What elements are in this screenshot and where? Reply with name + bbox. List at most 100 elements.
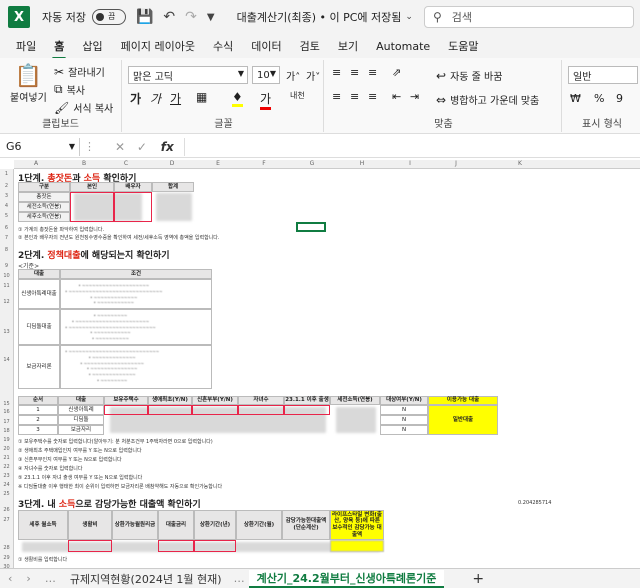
table-header-cell[interactable]: 세후 월소득 [18, 510, 68, 540]
table-header-cell[interactable]: 대출 [58, 396, 104, 405]
worksheet-grid[interactable]: A B C D E F G H I J K 1 2 3 4 5 6 7 8 9 … [0, 160, 640, 570]
table-cell[interactable]: N [380, 405, 428, 415]
table-cell[interactable]: N [380, 425, 428, 435]
table-header-cell[interactable]: 대출 [18, 269, 60, 279]
row-header[interactable]: 22 [0, 464, 13, 470]
tab-file[interactable]: 파일 [14, 36, 38, 56]
enter-icon[interactable]: ✓ [137, 140, 147, 154]
row-header[interactable]: 7 [0, 235, 13, 241]
row-header[interactable]: 28 [0, 545, 13, 551]
table-header-cell[interactable]: 조건 [60, 269, 212, 279]
table-header-cell[interactable]: 라이프스타일 변화(출산, 양육 등)에 따른 보수적인 감당가능 대출액 [330, 510, 384, 540]
table-header-cell[interactable]: 합계 [152, 182, 194, 192]
paste-button[interactable]: 📋 붙여넣기 [10, 64, 47, 104]
more-sheets-icon[interactable]: … [45, 572, 56, 585]
italic-button[interactable]: 가 [150, 90, 161, 107]
tab-view[interactable]: 보기 [336, 36, 360, 56]
more-sheets-icon[interactable]: … [234, 572, 245, 585]
available-loan-result[interactable]: 일반대출 [428, 405, 498, 435]
table-header-cell[interactable]: 상환기간(년) [194, 510, 236, 540]
table-header-cell[interactable]: 순서 [18, 396, 58, 405]
tab-review[interactable]: 검토 [298, 36, 322, 56]
scroll-left-icon[interactable]: ‹ [8, 572, 12, 585]
row-header[interactable]: 29 [0, 555, 13, 561]
redo-icon[interactable]: ↷ [185, 9, 197, 25]
cancel-icon[interactable]: ✕ [115, 140, 125, 154]
tab-help[interactable]: 도움말 [446, 36, 480, 56]
table-header-cell[interactable]: 신혼부부(Y/N) [192, 396, 238, 405]
table-row-label[interactable]: 세전소득(연봉) [18, 202, 70, 212]
cell-value[interactable]: 0.204285714 [518, 500, 551, 506]
tab-automate[interactable]: Automate [374, 38, 432, 55]
column-header[interactable]: D [166, 160, 178, 167]
font-name-select[interactable]: 맑은 고딕 ▼ [128, 66, 248, 84]
row-header[interactable]: 14 [0, 357, 13, 363]
undo-icon[interactable]: ↶ [163, 9, 175, 25]
sheet-tab-calculator[interactable]: 계산기_24.2월부터_신생아특례론기준 [248, 569, 445, 588]
row-header[interactable]: 6 [0, 225, 13, 231]
merge-center-button[interactable]: ⇔ 병합하고 가운데 맞춤 [436, 92, 539, 108]
table-header-cell[interactable]: 상환기간(월) [236, 510, 282, 540]
chevron-down-icon[interactable]: ⌄ [405, 12, 413, 22]
cut-button[interactable]: ✂ 잘라내기 [54, 64, 105, 80]
tab-home[interactable]: 홈 [52, 36, 67, 60]
row-header[interactable]: 1 [0, 171, 13, 177]
orientation-icon[interactable]: ⇗ [392, 66, 401, 79]
row-header[interactable]: 4 [0, 203, 13, 209]
name-box[interactable]: G6 ▼ [0, 137, 80, 156]
tab-insert[interactable]: 삽입 [80, 36, 104, 56]
font-color-button[interactable]: 가 [260, 90, 272, 110]
row-header[interactable]: 13 [0, 329, 13, 335]
row-header[interactable]: 23 [0, 473, 13, 479]
row-header[interactable]: 25 [0, 491, 13, 497]
table-header-cell[interactable]: 대상여부(Y/N) [380, 396, 428, 405]
table-cell[interactable]: 보금자리 [58, 425, 104, 435]
row-header[interactable]: 21 [0, 455, 13, 461]
row-header[interactable]: 19 [0, 437, 13, 443]
table-row-label[interactable]: 세후소득(연봉) [18, 212, 70, 222]
column-header[interactable]: E [212, 160, 224, 167]
row-header[interactable]: 20 [0, 446, 13, 452]
comma-icon[interactable]: 9 [616, 92, 623, 105]
table-cell[interactable]: 디딤돌 [58, 415, 104, 425]
row-header[interactable]: 15 [0, 401, 13, 407]
align-right-icon[interactable]: ≡ [368, 90, 377, 103]
underline-button[interactable]: 가 [170, 90, 181, 107]
align-middle-icon[interactable]: ≡ [350, 66, 359, 79]
table-header-cell[interactable]: 배우자 [114, 182, 152, 192]
row-header[interactable]: 12 [0, 299, 13, 305]
table-header-cell[interactable]: 본인 [70, 182, 114, 192]
number-format-select[interactable]: 일반 [568, 66, 638, 84]
column-header[interactable]: G [306, 160, 318, 167]
column-header[interactable]: F [258, 160, 270, 167]
phonetic-button[interactable]: 내천 [290, 90, 305, 101]
loan-name[interactable]: 신생아특례대출 [18, 279, 60, 309]
column-header[interactable]: K [514, 160, 526, 167]
align-bottom-icon[interactable]: ≡ [368, 66, 377, 79]
column-header[interactable]: H [356, 160, 368, 167]
autosave-toggle[interactable]: 끔 [91, 9, 126, 25]
table-header-cell[interactable]: 23.1.1 이후 출생 [284, 396, 330, 405]
table-cell[interactable]: 2 [18, 415, 58, 425]
table-header-cell[interactable]: 보유주택수 [104, 396, 148, 405]
row-header[interactable]: 5 [0, 213, 13, 219]
loan-conditions[interactable]: • ~~~~~~~~~~~~~~~~~~~~~~~~~~~ • ~~~~~~~~~… [60, 345, 212, 389]
column-header[interactable]: J [450, 160, 462, 167]
column-header[interactable]: C [120, 160, 132, 167]
row-header[interactable]: 10 [0, 273, 13, 279]
currency-icon[interactable]: ₩ [570, 92, 581, 105]
table-header-cell[interactable]: 대출금리 [158, 510, 194, 540]
row-header[interactable]: 11 [0, 283, 13, 289]
loan-name[interactable]: 디딤돌대출 [18, 309, 60, 345]
table-header-cell[interactable]: 생애최초(Y/N) [148, 396, 192, 405]
selected-cell[interactable] [296, 222, 326, 232]
more-options-icon[interactable]: ⋮ [84, 140, 95, 153]
format-painter-button[interactable]: 🖌 서식 복사 [54, 100, 113, 116]
table-header-cell[interactable]: 상환가능월원리금 [112, 510, 158, 540]
search-box[interactable]: ⚲ 검색 [424, 6, 634, 28]
table-header-cell[interactable]: 자녀수 [238, 396, 284, 405]
result-cell[interactable] [330, 540, 384, 552]
table-cell[interactable]: 3 [18, 425, 58, 435]
column-header[interactable]: B [78, 160, 90, 167]
row-header[interactable]: 9 [0, 263, 13, 269]
